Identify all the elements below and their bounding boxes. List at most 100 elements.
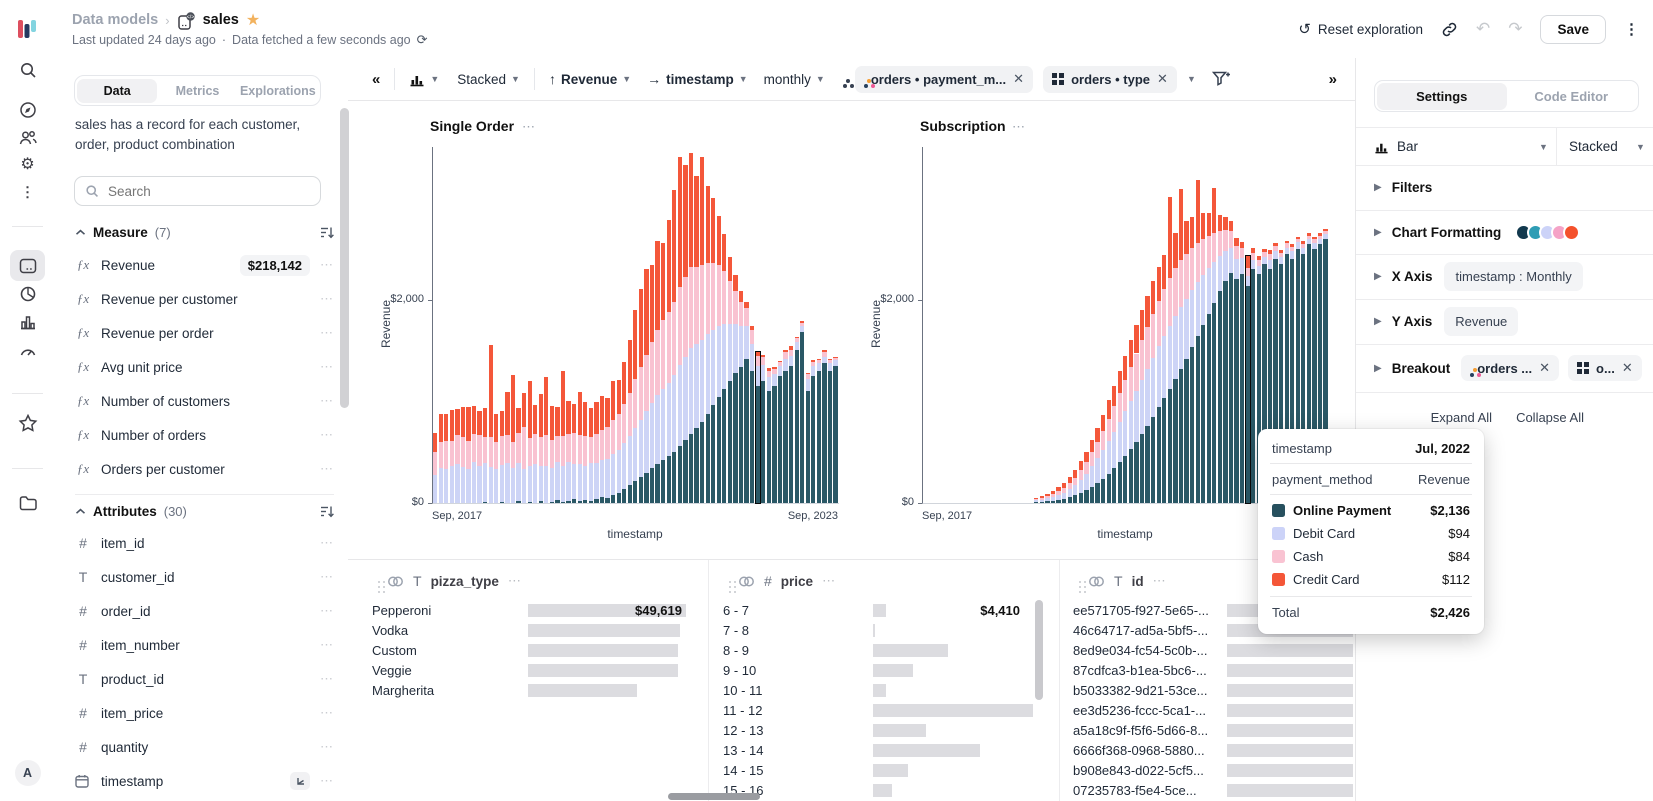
bar-segment[interactable] bbox=[655, 330, 659, 395]
attribute-item-product_id[interactable]: Tproduct_id⋯ bbox=[75, 667, 338, 691]
bar-segment[interactable] bbox=[644, 411, 648, 472]
table-row-bar[interactable] bbox=[873, 724, 926, 737]
bar-segment[interactable] bbox=[1251, 253, 1255, 260]
bar-segment[interactable] bbox=[483, 408, 487, 436]
bar-segment[interactable] bbox=[1218, 231, 1222, 255]
breakout-pill[interactable]: orders • payment_m...✕ bbox=[855, 66, 1033, 93]
table-row-bar[interactable] bbox=[873, 764, 908, 777]
bar-segment[interactable] bbox=[1273, 243, 1277, 246]
bar-segment[interactable] bbox=[617, 380, 621, 414]
bar-segment[interactable] bbox=[450, 441, 454, 466]
table-row-bar[interactable] bbox=[1227, 644, 1353, 657]
bar-segment[interactable] bbox=[689, 434, 693, 503]
row-menu-icon[interactable]: ⋯ bbox=[320, 603, 334, 619]
bar-segment[interactable] bbox=[566, 434, 570, 462]
bar-segment[interactable] bbox=[633, 428, 637, 481]
bar-segment[interactable] bbox=[1262, 249, 1266, 252]
bar-segment[interactable] bbox=[1212, 233, 1216, 261]
bar-segment[interactable] bbox=[1323, 234, 1327, 238]
bar-segment[interactable] bbox=[466, 441, 470, 469]
bar-segment[interactable] bbox=[644, 473, 648, 504]
bar-segment[interactable] bbox=[555, 436, 559, 462]
bar-segment[interactable] bbox=[661, 243, 665, 320]
bar-segment[interactable] bbox=[1201, 325, 1205, 503]
bar-segment[interactable] bbox=[689, 267, 693, 348]
bar-segment[interactable] bbox=[1223, 251, 1227, 282]
bar-segment[interactable] bbox=[1251, 248, 1255, 253]
bar-segment[interactable] bbox=[600, 497, 604, 503]
bar-segment[interactable] bbox=[1301, 248, 1305, 254]
bar-segment[interactable] bbox=[1034, 500, 1038, 502]
bar-segment[interactable] bbox=[1068, 497, 1072, 503]
remove-pill-icon[interactable]: ✕ bbox=[1157, 71, 1168, 87]
bar-segment[interactable] bbox=[1279, 253, 1283, 257]
bar-segment[interactable] bbox=[789, 366, 793, 503]
bar-segment[interactable] bbox=[1196, 180, 1200, 243]
bar-segment[interactable] bbox=[817, 363, 821, 371]
bar-segment[interactable] bbox=[433, 452, 437, 474]
bar-segment[interactable] bbox=[566, 462, 570, 501]
bar-segment[interactable] bbox=[1196, 336, 1200, 503]
x-field-dropdown[interactable]: → timestamp ▼ bbox=[647, 71, 747, 87]
measure-item-number-of-customers[interactable]: ƒxNumber of customers⋯ bbox=[75, 389, 338, 413]
bar-segment[interactable] bbox=[555, 407, 559, 435]
bar-segment[interactable] bbox=[494, 414, 498, 442]
bar-segment[interactable] bbox=[800, 323, 804, 326]
users-icon[interactable] bbox=[18, 130, 37, 147]
bar-segment[interactable] bbox=[572, 464, 576, 499]
share-link-icon[interactable] bbox=[1441, 21, 1458, 38]
bar-segment[interactable] bbox=[1151, 314, 1155, 358]
bar-segment[interactable] bbox=[744, 302, 748, 308]
x-axis-section[interactable]: ▶ X Axis timestamp : Monthly bbox=[1356, 254, 1653, 300]
table-row-label[interactable]: 8ed9e034-fc54-5c0b-... bbox=[1073, 643, 1207, 658]
bar-segment[interactable] bbox=[672, 190, 676, 302]
table-row-bar[interactable] bbox=[873, 784, 892, 797]
bar-segment[interactable] bbox=[1312, 239, 1316, 243]
bar-segment[interactable] bbox=[789, 346, 793, 350]
bar-segment[interactable] bbox=[611, 495, 615, 503]
bar-segment[interactable] bbox=[1318, 236, 1322, 239]
bar-segment[interactable] bbox=[1212, 303, 1216, 503]
table-row-bar[interactable] bbox=[873, 684, 886, 697]
row-menu-icon[interactable]: ⋯ bbox=[320, 427, 334, 443]
gauge-icon[interactable] bbox=[19, 343, 37, 357]
bar-segment[interactable] bbox=[489, 437, 493, 468]
bar-segment[interactable] bbox=[1112, 432, 1116, 469]
save-button[interactable]: Save bbox=[1540, 15, 1606, 44]
bar-segment[interactable] bbox=[783, 359, 787, 371]
table-row-label[interactable]: 6666f368-0968-5880... bbox=[1073, 743, 1205, 758]
bar-segment[interactable] bbox=[689, 153, 693, 267]
bar-segment[interactable] bbox=[772, 369, 776, 374]
bar-segment[interactable] bbox=[439, 442, 443, 468]
bar-segment[interactable] bbox=[578, 435, 582, 465]
bar-segment[interactable] bbox=[533, 434, 537, 465]
bar-segment[interactable] bbox=[706, 334, 710, 413]
bar-segment[interactable] bbox=[1145, 369, 1149, 426]
row-menu-icon[interactable]: ⋯ bbox=[320, 257, 334, 273]
bar-segment[interactable] bbox=[1056, 500, 1060, 503]
bar-segment[interactable] bbox=[572, 404, 576, 432]
bar-segment[interactable] bbox=[1151, 281, 1155, 314]
bar-segment[interactable] bbox=[800, 326, 804, 332]
bar-segment[interactable] bbox=[605, 498, 609, 503]
bar-segment[interactable] bbox=[439, 468, 443, 503]
bar-segment[interactable] bbox=[1095, 442, 1099, 458]
bar-segment[interactable] bbox=[811, 376, 815, 503]
bar-segment[interactable] bbox=[628, 485, 632, 503]
bar-segment[interactable] bbox=[622, 404, 626, 443]
bar-segment[interactable] bbox=[600, 396, 604, 430]
bar-segment[interactable] bbox=[450, 410, 454, 441]
bar-segment[interactable] bbox=[466, 407, 470, 441]
table-row-label[interactable]: a5a18c9f-f5f6-5d66-8... bbox=[1073, 723, 1208, 738]
bar-segment[interactable] bbox=[678, 446, 682, 503]
bar-segment[interactable] bbox=[1068, 489, 1072, 497]
bar-segment[interactable] bbox=[672, 452, 676, 503]
bar-segment[interactable] bbox=[572, 499, 576, 503]
bar-segment[interactable] bbox=[550, 468, 554, 502]
table-row-bar[interactable] bbox=[1227, 664, 1353, 677]
bar-segment[interactable] bbox=[594, 463, 598, 499]
bar-segment[interactable] bbox=[611, 454, 615, 495]
bar-segment[interactable] bbox=[833, 366, 837, 503]
bar-segment[interactable] bbox=[1090, 487, 1094, 503]
bar-segment[interactable] bbox=[444, 441, 448, 469]
